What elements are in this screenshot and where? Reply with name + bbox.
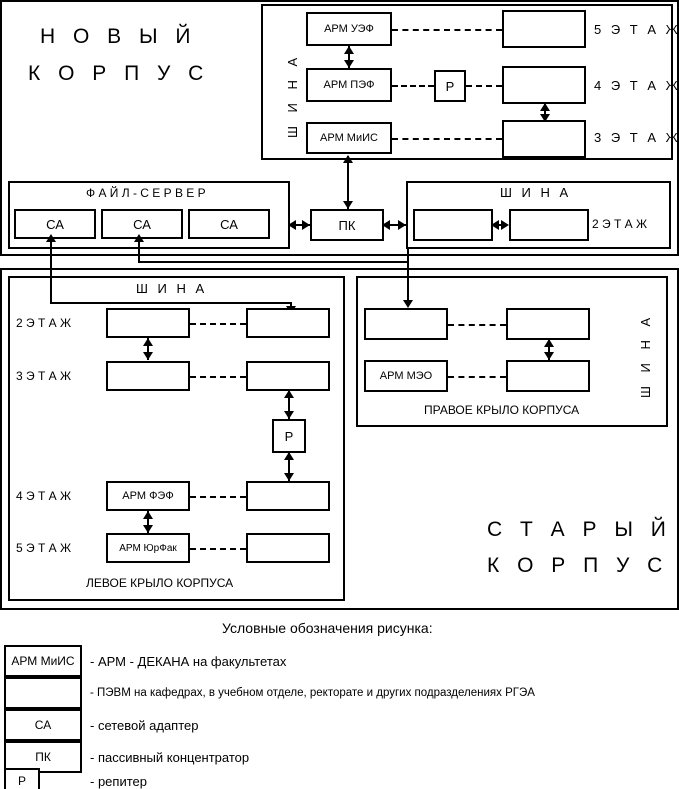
arrow-up-lw-f2 (143, 338, 153, 346)
legend-item-arm: АРМ МиИС - АРМ - ДЕКАНА на факультетах (4, 645, 286, 677)
right-wing-pc-row1[interactable] (506, 308, 590, 340)
network-diagram: Н О В Ы Й К О Р П У С Ш И Н А АРМ УЭФ 5 … (0, 0, 679, 789)
legend-text-repeater: - репитер (90, 773, 147, 789)
arrow-left-hub2 (382, 220, 390, 230)
arrow-up-hub-to-miis (343, 155, 353, 163)
arrow-up-lw-rep-f4 (284, 452, 294, 460)
legend-item-sa: СА - сетевой адаптер (4, 709, 199, 741)
left-wing-bus-feed-vertical (50, 240, 52, 302)
adapter2-feed-horizontal (138, 261, 409, 263)
adapter2-feed-vertical (138, 240, 140, 262)
arrow-right-floor2-node2 (501, 220, 509, 230)
pc-node-floor3[interactable] (502, 120, 586, 158)
arrow-left-floor2-node1 (491, 220, 499, 230)
arrow-down-lw-f5 (143, 525, 153, 533)
arrow-up-lw-f3-rep (284, 390, 294, 398)
legend-box-sa: СА (4, 709, 82, 741)
link-arm-pef-repeater (392, 85, 434, 87)
arrow-down-right-wing-feed (403, 300, 413, 308)
right-wing-link-row2 (448, 376, 506, 378)
arm-pef-node[interactable]: АРМ ПЭФ (306, 68, 392, 102)
arrow-right-floor2bus (398, 220, 406, 230)
legend-box-repeater: Р (4, 768, 40, 789)
arrow-left-fileserver (288, 220, 296, 230)
right-wing-feed-vertical (407, 249, 409, 306)
legend-item-repeater: Р - репитер (4, 768, 147, 789)
right-wing-arm-meo[interactable]: АРМ МЭО (364, 360, 448, 392)
arrow-up-rw-row1 (544, 339, 554, 347)
left-wing-floor-label-4: 4 Э Т А Ж (16, 489, 72, 503)
new-building-title-line1: Н О В Ы Й (40, 25, 197, 48)
legend-title: Условные обозначения рисунка: (222, 620, 433, 636)
repeater-node-new-building[interactable]: Р (434, 70, 466, 102)
left-wing-pc-floor3[interactable] (246, 361, 330, 391)
arrow-down-rw-row2 (544, 352, 554, 360)
arrow-down-lw-rep (284, 411, 294, 419)
left-wing-arm-yurfak[interactable]: АРМ ЮрФак (106, 533, 190, 563)
arrow-up-into-adapter2 (134, 234, 144, 242)
old-building-title-line2: К О Р П У С (487, 554, 669, 577)
pc-node-floor4[interactable] (502, 66, 586, 104)
left-wing-floor-label-3: 3 Э Т А Ж (16, 369, 72, 383)
arm-miis-node[interactable]: АРМ МиИС (306, 122, 392, 154)
link-arm-uef-pc (392, 29, 502, 31)
left-wing-arm-floor3[interactable] (106, 361, 190, 391)
arrow-up-into-adapter1 (46, 234, 56, 242)
left-wing-pc-floor4[interactable] (246, 481, 330, 511)
left-wing-pc-floor2[interactable] (246, 308, 330, 338)
left-wing-floor-label-2: 2 Э Т А Ж (16, 316, 72, 330)
arm-uef-node[interactable]: АРМ УЭФ (306, 12, 392, 46)
legend-text-pk: - пассивный концентратор (90, 749, 250, 765)
arrow-up-lw-f4b (143, 511, 153, 519)
left-wing-arm-fef[interactable]: АРМ ФЭФ (106, 481, 190, 511)
floor2-bus-label: Ш И Н А (500, 185, 572, 200)
file-server-title: Ф А Й Л - С Е Р В Е Р (86, 186, 206, 200)
link-arm-miis-pc3 (392, 138, 502, 140)
left-wing-repeater[interactable]: Р (272, 419, 306, 453)
arrow-up-uef (344, 46, 354, 54)
right-wing-link-row1 (448, 324, 506, 326)
network-adapter-3[interactable]: СА (188, 209, 270, 239)
right-wing-pc-row2[interactable] (506, 360, 590, 392)
left-wing-arm-floor2[interactable] (106, 308, 190, 338)
pc-node-floor5[interactable] (502, 10, 586, 48)
floor2-label: 2 Э Т А Ж (592, 217, 648, 231)
hub-node[interactable]: ПК (310, 209, 384, 241)
left-wing-link-floor2 (190, 323, 246, 325)
left-wing-link-floor3 (190, 376, 246, 378)
left-wing-caption: ЛЕВОЕ КРЫЛО КОРПУСА (86, 576, 234, 590)
arrow-right-hub (302, 220, 310, 230)
left-wing-bus-feed-horizontal (50, 302, 292, 304)
left-wing-link-floor4 (190, 496, 246, 498)
right-wing-caption: ПРАВОЕ КРЫЛО КОРПУСА (424, 403, 580, 417)
left-wing-floor-label-5: 5 Э Т А Ж (16, 541, 72, 555)
new-building-title-line2: К О Р П У С (28, 62, 210, 85)
legend-text-pevm: - ПЭВМ на кафедрах, в учебном отделе, ре… (90, 687, 535, 699)
left-wing-link-floor5 (190, 548, 246, 550)
floor-label-3: 3 Э Т А Ж (594, 130, 679, 145)
legend-box-pevm (4, 677, 82, 709)
left-wing-pc-floor5[interactable] (246, 533, 330, 563)
arrow-down-pef (344, 60, 354, 68)
new-building-bus-label: Ш И Н А (285, 52, 300, 138)
legend-text-sa: - сетевой адаптер (90, 717, 199, 733)
legend-box-arm: АРМ МиИС (4, 645, 82, 677)
right-wing-bus-label: Ш И Н А (638, 312, 653, 398)
floor-label-4: 4 Э Т А Ж (594, 78, 679, 93)
link-repeater-pc4 (466, 85, 502, 87)
floor2-node-2[interactable] (509, 209, 589, 241)
left-wing-bus-label: Ш И Н А (136, 281, 208, 296)
right-wing-arm-row1[interactable] (364, 308, 448, 340)
arrow-down-lw-f3 (143, 352, 153, 360)
floor2-node-1[interactable] (413, 209, 493, 241)
floor-label-5: 5 Э Т А Ж (594, 22, 679, 37)
legend-item-pevm: - ПЭВМ на кафедрах, в учебном отделе, ре… (4, 677, 535, 709)
legend-text-arm: - АРМ - ДЕКАНА на факультетах (90, 653, 287, 669)
arrow-up-pc4 (540, 103, 550, 111)
arrow-down-miis-to-hub (343, 201, 353, 209)
old-building-title-line1: С Т А Р Ы Й (487, 518, 672, 541)
arrow-down-lw-f4 (284, 473, 294, 481)
